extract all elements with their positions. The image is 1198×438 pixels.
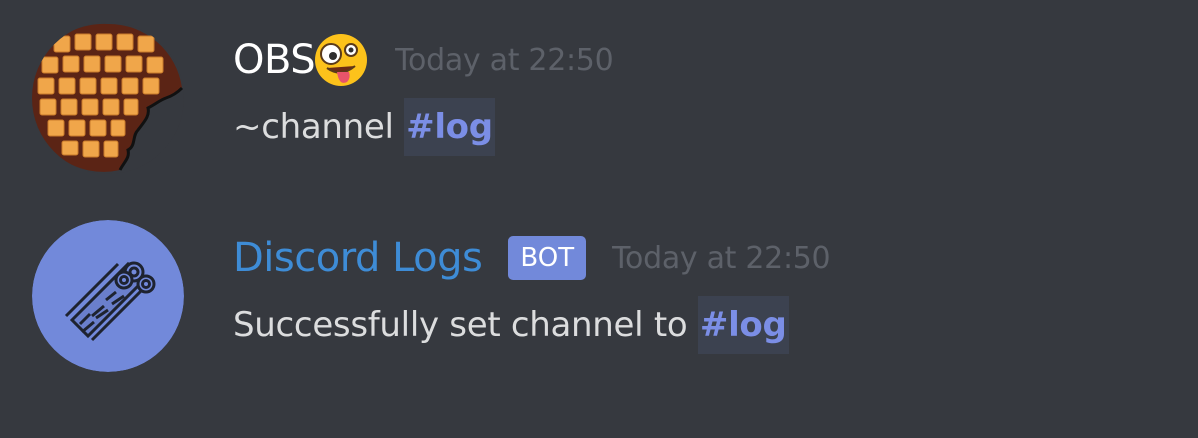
channel-mention[interactable]: #log	[404, 98, 495, 156]
user-avatar[interactable]	[32, 22, 184, 174]
zany-face-emoji-icon	[313, 32, 369, 88]
message-header: OBS Today at 22:50	[233, 32, 614, 88]
chat-messages: OBS Today at 22:50 ~channel #log Discord…	[0, 0, 1198, 438]
logs-avatar-icon	[32, 220, 184, 372]
channel-mention[interactable]: #log	[697, 296, 789, 354]
waffle-avatar-icon	[32, 22, 184, 174]
bot-avatar[interactable]	[32, 220, 184, 372]
message-content: ~channel #log	[233, 98, 495, 156]
message-timestamp[interactable]: Today at 22:50	[612, 241, 831, 276]
message-text: Successfully set channel to	[233, 305, 698, 345]
bot-badge: BOT	[508, 236, 587, 280]
username[interactable]: OBS	[233, 37, 316, 83]
bot-username[interactable]: Discord Logs	[233, 235, 483, 281]
message-timestamp[interactable]: Today at 22:50	[395, 43, 614, 78]
message-text: ~channel	[233, 107, 405, 147]
message-content: Successfully set channel to #log	[233, 296, 789, 354]
message-header: Discord Logs BOT Today at 22:50	[233, 230, 831, 286]
